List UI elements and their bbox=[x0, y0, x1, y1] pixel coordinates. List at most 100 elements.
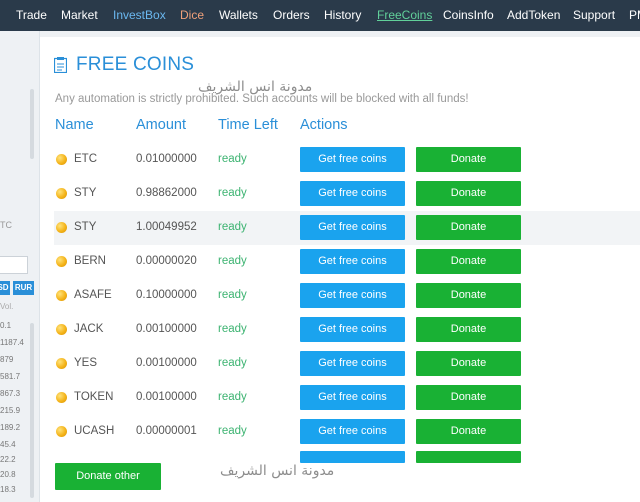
sidebar-value: 867.3 bbox=[0, 389, 21, 398]
document-icon bbox=[54, 57, 67, 73]
get-free-coins-button[interactable]: Get free coins bbox=[300, 181, 405, 206]
get-free-coins-button[interactable]: Get free coins bbox=[300, 283, 405, 308]
coin-icon bbox=[56, 426, 67, 437]
nav-pm[interactable]: PM bbox=[629, 0, 640, 31]
automation-warning: Any automation is strictly prohibited. S… bbox=[55, 93, 469, 105]
table-row: ASAFE 0.10000000 ready Get free coins Do… bbox=[54, 279, 640, 313]
donate-button[interactable]: Donate bbox=[416, 351, 521, 376]
page-title: FREE COINS bbox=[76, 54, 195, 75]
sidebar-value: 215.9 bbox=[0, 406, 21, 415]
coin-icon bbox=[56, 256, 67, 267]
coin-icon bbox=[56, 392, 67, 403]
coin-name: STY bbox=[74, 221, 97, 233]
coin-icon bbox=[56, 188, 67, 199]
sidebar-value: 45.4 bbox=[0, 440, 16, 449]
coin-name: TOKEN bbox=[74, 391, 114, 403]
coin-name: UCASH bbox=[74, 425, 115, 437]
nav-wallets[interactable]: Wallets bbox=[219, 0, 258, 31]
sidebar-scrollbar-top[interactable] bbox=[30, 89, 34, 159]
donate-button[interactable]: Donate bbox=[416, 215, 521, 240]
time-left-status: ready bbox=[218, 289, 247, 301]
sidebar-value: 20.8 bbox=[0, 470, 16, 479]
donate-button[interactable]: Donate bbox=[416, 419, 521, 444]
coin-name: STY bbox=[74, 187, 97, 199]
table-row-partial bbox=[54, 449, 640, 463]
time-left-status: ready bbox=[218, 221, 247, 233]
nav-investbox[interactable]: InvestBox bbox=[113, 0, 166, 31]
time-left-status: ready bbox=[218, 425, 247, 437]
donate-other-button[interactable]: Donate other bbox=[55, 463, 161, 490]
free-coins-table: ETC 0.01000000 ready Get free coins Dona… bbox=[54, 143, 640, 463]
get-free-coins-button-partial[interactable] bbox=[300, 451, 405, 463]
nav-history[interactable]: History bbox=[324, 0, 361, 31]
nav-trade[interactable]: Trade bbox=[16, 0, 47, 31]
nav-support[interactable]: Support bbox=[573, 0, 615, 31]
watermark-bottom: مدونة انس الشريف bbox=[220, 463, 335, 479]
table-row: STY 0.98862000 ready Get free coins Dona… bbox=[54, 177, 640, 211]
coin-name: JACK bbox=[74, 323, 104, 335]
sidebar-coin-label: TC bbox=[0, 220, 12, 230]
donate-button-partial[interactable] bbox=[416, 451, 521, 463]
get-free-coins-button[interactable]: Get free coins bbox=[300, 215, 405, 240]
sidebar-value: 581.7 bbox=[0, 372, 21, 381]
coin-name: YES bbox=[74, 357, 98, 369]
sidebar-scrollbar-bottom[interactable] bbox=[30, 323, 34, 498]
donate-button[interactable]: Donate bbox=[416, 147, 521, 172]
table-row: BERN 0.00000020 ready Get free coins Don… bbox=[54, 245, 640, 279]
coin-amount: 0.00100000 bbox=[136, 391, 197, 403]
coin-amount: 0.00000001 bbox=[136, 425, 197, 437]
coin-amount: 0.98862000 bbox=[136, 187, 197, 199]
get-free-coins-button[interactable]: Get free coins bbox=[300, 351, 405, 376]
time-left-status: ready bbox=[218, 357, 247, 369]
time-left-status: ready bbox=[218, 255, 247, 267]
coin-icon bbox=[56, 154, 67, 165]
donate-button[interactable]: Donate bbox=[416, 249, 521, 274]
time-left-status: ready bbox=[218, 391, 247, 403]
sidebar-value: 1187.4 bbox=[0, 338, 24, 347]
donate-button[interactable]: Donate bbox=[416, 283, 521, 308]
get-free-coins-button[interactable]: Get free coins bbox=[300, 147, 405, 172]
table-row: TOKEN 0.00100000 ready Get free coins Do… bbox=[54, 381, 640, 415]
sidebar-tab-usd[interactable]: SD bbox=[0, 281, 10, 295]
nav-market[interactable]: Market bbox=[61, 0, 98, 31]
coin-icon bbox=[56, 324, 67, 335]
nav-addtoken[interactable]: AddToken bbox=[507, 0, 560, 31]
sidebar-value: 18.3 bbox=[0, 485, 16, 494]
nav-coinsinfo[interactable]: CoinsInfo bbox=[443, 0, 494, 31]
column-header-actions: Actions bbox=[300, 117, 348, 133]
get-free-coins-button[interactable]: Get free coins bbox=[300, 419, 405, 444]
table-row: UCASH 0.00000001 ready Get free coins Do… bbox=[54, 415, 640, 449]
coin-amount: 0.01000000 bbox=[136, 153, 197, 165]
sidebar-value: 879 bbox=[0, 355, 14, 364]
sidebar-search-input[interactable] bbox=[0, 256, 28, 274]
coin-name: BERN bbox=[74, 255, 106, 267]
sidebar-value: 189.2 bbox=[0, 423, 21, 432]
time-left-status: ready bbox=[218, 187, 247, 199]
nav-orders[interactable]: Orders bbox=[273, 0, 310, 31]
donate-button[interactable]: Donate bbox=[416, 317, 521, 342]
coin-icon bbox=[56, 358, 67, 369]
sidebar-tab-rur[interactable]: RUR bbox=[13, 281, 34, 295]
coin-amount: 0.00100000 bbox=[136, 357, 197, 369]
top-nav: Trade Market InvestBox Dice Wallets Orde… bbox=[0, 0, 640, 31]
column-header-amount: Amount bbox=[136, 117, 186, 133]
coin-icon bbox=[56, 290, 67, 301]
time-left-status: ready bbox=[218, 323, 247, 335]
nav-dice[interactable]: Dice bbox=[180, 0, 204, 31]
get-free-coins-button[interactable]: Get free coins bbox=[300, 317, 405, 342]
time-left-status: ready bbox=[218, 153, 247, 165]
get-free-coins-button[interactable]: Get free coins bbox=[300, 249, 405, 274]
nav-freecoins[interactable]: FreeCoins bbox=[377, 0, 432, 31]
table-row: STY 1.00049952 ready Get free coins Dona… bbox=[54, 211, 640, 245]
coin-amount: 1.00049952 bbox=[136, 221, 197, 233]
donate-button[interactable]: Donate bbox=[416, 385, 521, 410]
coin-icon bbox=[56, 222, 67, 233]
sidebar-vol-header: Vol. bbox=[0, 302, 14, 311]
sidebar-value: 22.2 bbox=[0, 455, 16, 464]
column-header-time-left: Time Left bbox=[218, 117, 278, 133]
coin-amount: 0.10000000 bbox=[136, 289, 197, 301]
column-header-name: Name bbox=[55, 117, 94, 133]
coin-amount: 0.00100000 bbox=[136, 323, 197, 335]
get-free-coins-button[interactable]: Get free coins bbox=[300, 385, 405, 410]
donate-button[interactable]: Donate bbox=[416, 181, 521, 206]
